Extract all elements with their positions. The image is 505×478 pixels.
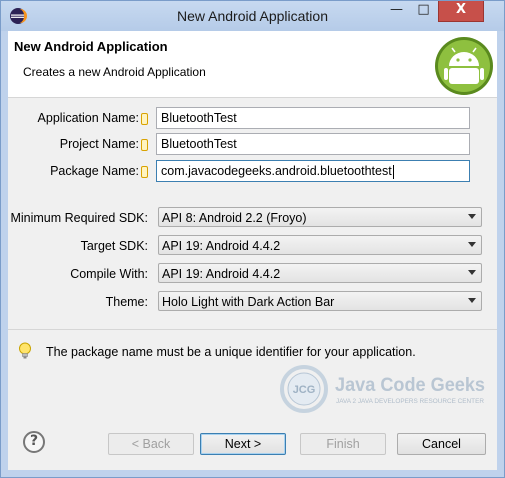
compile-with-select[interactable]: API 19: Android 4.4.2: [158, 263, 482, 283]
watermark-logo-text: JCG: [293, 384, 316, 396]
hint-text: The package name must be a unique identi…: [46, 345, 416, 359]
chevron-down-icon: [468, 270, 476, 275]
back-button[interactable]: < Back: [108, 433, 194, 455]
application-name-label: Application Name:: [8, 111, 148, 125]
lightbulb-icon: [19, 342, 31, 359]
page-description: Creates a new Android Application: [23, 65, 206, 79]
project-name-input[interactable]: BluetoothTest: [156, 133, 470, 155]
dialog-body: New Android Application Creates a new An…: [8, 31, 497, 470]
help-icon[interactable]: ?: [23, 431, 45, 453]
title-bar[interactable]: New Android Application — □ X: [1, 1, 504, 31]
target-sdk-select[interactable]: API 19: Android 4.4.2: [158, 235, 482, 255]
next-button[interactable]: Next >: [200, 433, 286, 455]
compile-with-value: API 19: Android 4.4.2: [162, 267, 281, 281]
content-assist-icon: [141, 165, 148, 178]
maximize-button[interactable]: □: [410, 1, 437, 21]
min-sdk-label: Minimum Required SDK:: [10, 211, 148, 225]
min-sdk-value: API 8: Android 2.2 (Froyo): [162, 211, 307, 225]
min-sdk-select[interactable]: API 8: Android 2.2 (Froyo): [158, 207, 482, 227]
chevron-down-icon: [468, 214, 476, 219]
divider: [8, 329, 497, 330]
android-logo-icon: [435, 37, 493, 95]
wizard-header: New Android Application Creates a new An…: [8, 31, 497, 98]
text-caret: [392, 164, 394, 179]
chevron-down-icon: [468, 298, 476, 303]
page-title: New Android Application: [14, 39, 168, 54]
dialog-window: New Android Application — □ X New Androi…: [0, 0, 505, 478]
package-name-label: Package Name:: [8, 164, 148, 178]
finish-button[interactable]: Finish: [300, 433, 386, 455]
project-name-label: Project Name:: [8, 137, 148, 151]
target-sdk-label: Target SDK:: [80, 239, 148, 253]
compile-with-label: Compile With:: [70, 267, 148, 281]
package-name-input[interactable]: com.javacodegeeks.android.bluetoothtest: [156, 160, 470, 182]
theme-value: Holo Light with Dark Action Bar: [162, 295, 335, 309]
java-code-geeks-watermark: JCG Java Code Geeks JAVA 2 JAVA DEVELOPE…: [280, 365, 485, 413]
chevron-down-icon: [468, 242, 476, 247]
application-name-input[interactable]: BluetoothTest: [156, 107, 470, 129]
theme-label: Theme:: [105, 295, 148, 309]
minimize-button[interactable]: —: [383, 1, 410, 21]
close-button[interactable]: X: [438, 1, 484, 22]
content-assist-icon: [141, 112, 148, 125]
watermark-tagline: JAVA 2 JAVA DEVELOPERS RESOURCE CENTER: [336, 399, 485, 405]
theme-select[interactable]: Holo Light with Dark Action Bar: [158, 291, 482, 311]
package-name-value: com.javacodegeeks.android.bluetoothtest: [161, 164, 392, 178]
cancel-button[interactable]: Cancel: [397, 433, 486, 455]
target-sdk-value: API 19: Android 4.4.2: [162, 239, 281, 253]
content-assist-icon: [141, 138, 148, 151]
watermark-brand: Java Code Geeks: [335, 375, 485, 396]
